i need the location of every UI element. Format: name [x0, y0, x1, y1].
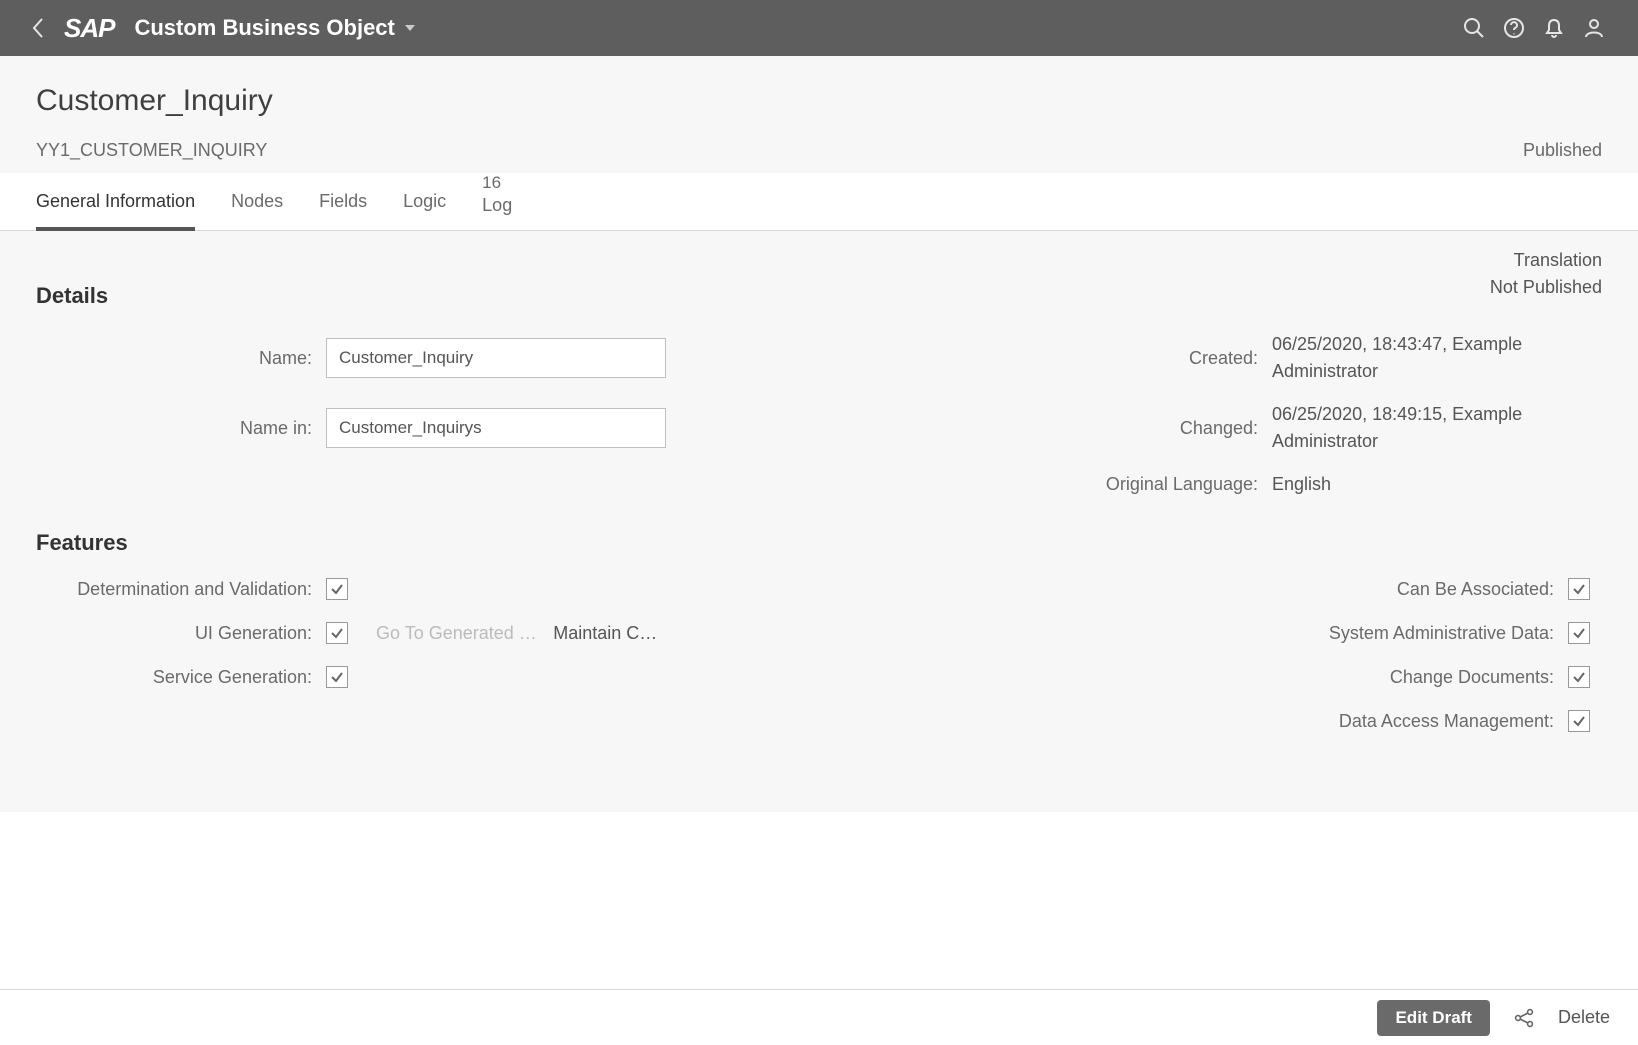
ui-generation-checkbox[interactable]: [326, 622, 348, 644]
translation-status: Not Published: [1490, 274, 1602, 301]
content-area: Translation Not Published Details Name: …: [0, 231, 1638, 812]
search-icon: [1463, 17, 1485, 39]
help-button[interactable]: [1494, 8, 1534, 48]
back-button[interactable]: [24, 17, 52, 39]
search-button[interactable]: [1454, 8, 1494, 48]
system-admin-data-label: System Administrative Data:: [1268, 623, 1568, 644]
share-icon: [1513, 1007, 1535, 1029]
page-header: Customer_Inquiry YY1_CUSTOMER_INQUIRY Pu…: [0, 56, 1638, 173]
maintain-catalog-link[interactable]: Maintain C…: [553, 623, 657, 643]
changed-label: Changed:: [1082, 418, 1272, 439]
change-documents-checkbox[interactable]: [1568, 666, 1590, 688]
plural-input[interactable]: [326, 408, 666, 448]
go-to-generated-link: Go To Generated …: [376, 623, 537, 643]
shell-header: SAP Custom Business Object: [0, 0, 1638, 56]
tab-general-information[interactable]: General Information: [36, 173, 195, 230]
shell-title-dropdown[interactable]: Custom Business Object: [134, 15, 416, 41]
share-button[interactable]: [1510, 1004, 1538, 1032]
translation-label: Translation: [1490, 247, 1602, 274]
object-identifier: YY1_CUSTOMER_INQUIRY: [36, 140, 267, 161]
chevron-down-icon: [403, 23, 417, 33]
tab-bar: General Information Nodes Fields Logic 1…: [0, 173, 1638, 231]
created-label: Created:: [1082, 348, 1272, 369]
shell-title: Custom Business Object: [134, 15, 394, 41]
tab-logic[interactable]: Logic: [403, 173, 446, 230]
bell-icon: [1543, 17, 1565, 39]
data-access-management-label: Data Access Management:: [1268, 711, 1568, 732]
can-be-associated-checkbox[interactable]: [1568, 578, 1590, 600]
details-section-title: Details: [36, 283, 1602, 309]
data-access-management-checkbox[interactable]: [1568, 710, 1590, 732]
notifications-button[interactable]: [1534, 8, 1574, 48]
user-icon: [1583, 17, 1605, 39]
log-count: 16: [482, 173, 512, 193]
edit-draft-button[interactable]: Edit Draft: [1377, 1000, 1490, 1036]
name-input[interactable]: [326, 338, 666, 378]
tab-fields[interactable]: Fields: [319, 173, 367, 230]
features-section-title: Features: [36, 530, 1602, 556]
changed-value: 06/25/2020, 18:49:15, Example Administra…: [1272, 401, 1602, 455]
user-button[interactable]: [1574, 8, 1614, 48]
footer-toolbar: Edit Draft Delete: [0, 989, 1638, 1045]
ui-generation-label: UI Generation:: [36, 623, 326, 644]
name-label: Name:: [36, 348, 326, 369]
publish-status: Published: [1523, 140, 1602, 161]
created-value: 06/25/2020, 18:43:47, Example Administra…: [1272, 331, 1602, 385]
page-title: Customer_Inquiry: [36, 84, 1602, 118]
language-label: Original Language:: [1082, 474, 1272, 495]
determination-validation-label: Determination and Validation:: [36, 579, 326, 600]
determination-validation-checkbox[interactable]: [326, 578, 348, 600]
details-form: Name: Created: 06/25/2020, 18:43:47, Exa…: [36, 331, 1602, 498]
tab-log[interactable]: 16 Log: [482, 173, 512, 230]
service-generation-checkbox[interactable]: [326, 666, 348, 688]
plural-label: Name in:: [36, 418, 326, 439]
delete-button[interactable]: Delete: [1558, 1007, 1610, 1028]
language-value: English: [1272, 471, 1602, 498]
service-generation-label: Service Generation:: [36, 667, 326, 688]
help-icon: [1503, 17, 1525, 39]
features-form: Determination and Validation: Can Be Ass…: [36, 578, 1602, 732]
sap-logo: SAP: [64, 13, 114, 44]
system-admin-data-checkbox[interactable]: [1568, 622, 1590, 644]
can-be-associated-label: Can Be Associated:: [1268, 579, 1568, 600]
change-documents-label: Change Documents:: [1268, 667, 1568, 688]
tab-nodes[interactable]: Nodes: [231, 173, 283, 230]
translation-status-block: Translation Not Published: [1490, 247, 1602, 301]
